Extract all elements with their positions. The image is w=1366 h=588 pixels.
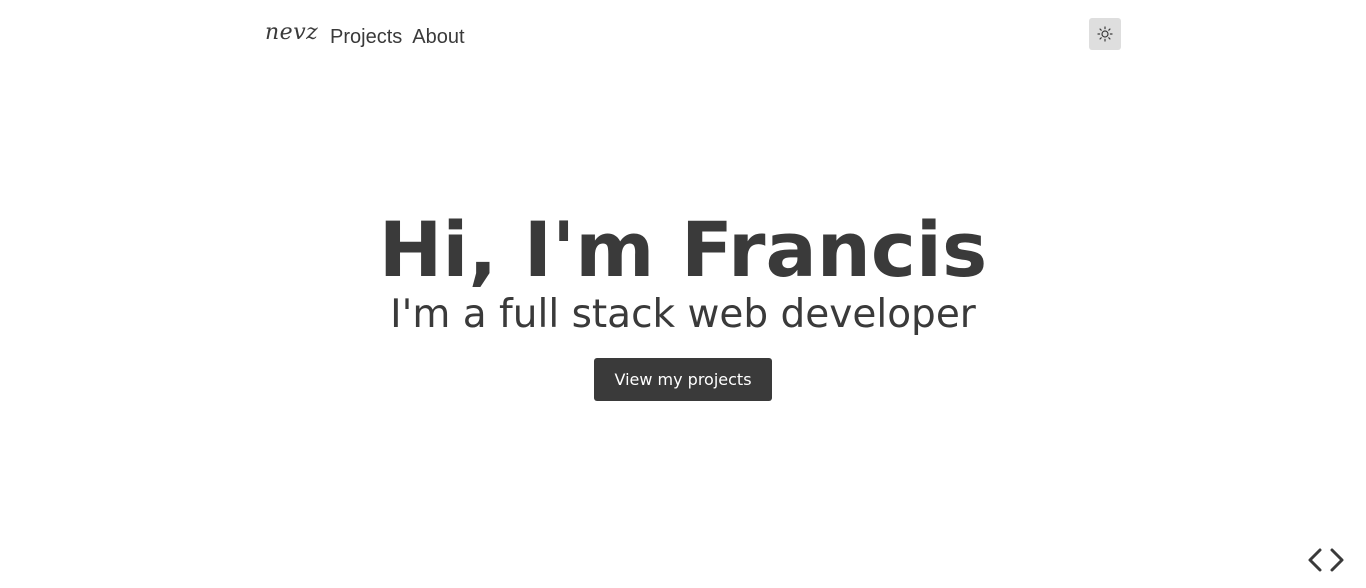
nav-links: Projects About xyxy=(330,26,465,49)
nav-link-projects[interactable]: Projects xyxy=(330,26,402,49)
hero-subtitle: I'm a full stack web developer xyxy=(390,292,976,337)
code-icon[interactable] xyxy=(1306,546,1348,574)
brand-logo[interactable]: nevz xyxy=(265,20,318,45)
theme-toggle-button[interactable] xyxy=(1089,18,1121,50)
sun-icon xyxy=(1097,26,1113,42)
nav-link-about[interactable]: About xyxy=(412,26,464,49)
hero-section: Hi, I'm Francis I'm a full stack web dev… xyxy=(0,200,1366,401)
hero-title: Hi, I'm Francis xyxy=(378,205,988,294)
navbar: nevz Projects About xyxy=(0,0,1366,70)
view-projects-button[interactable]: View my projects xyxy=(594,358,772,401)
